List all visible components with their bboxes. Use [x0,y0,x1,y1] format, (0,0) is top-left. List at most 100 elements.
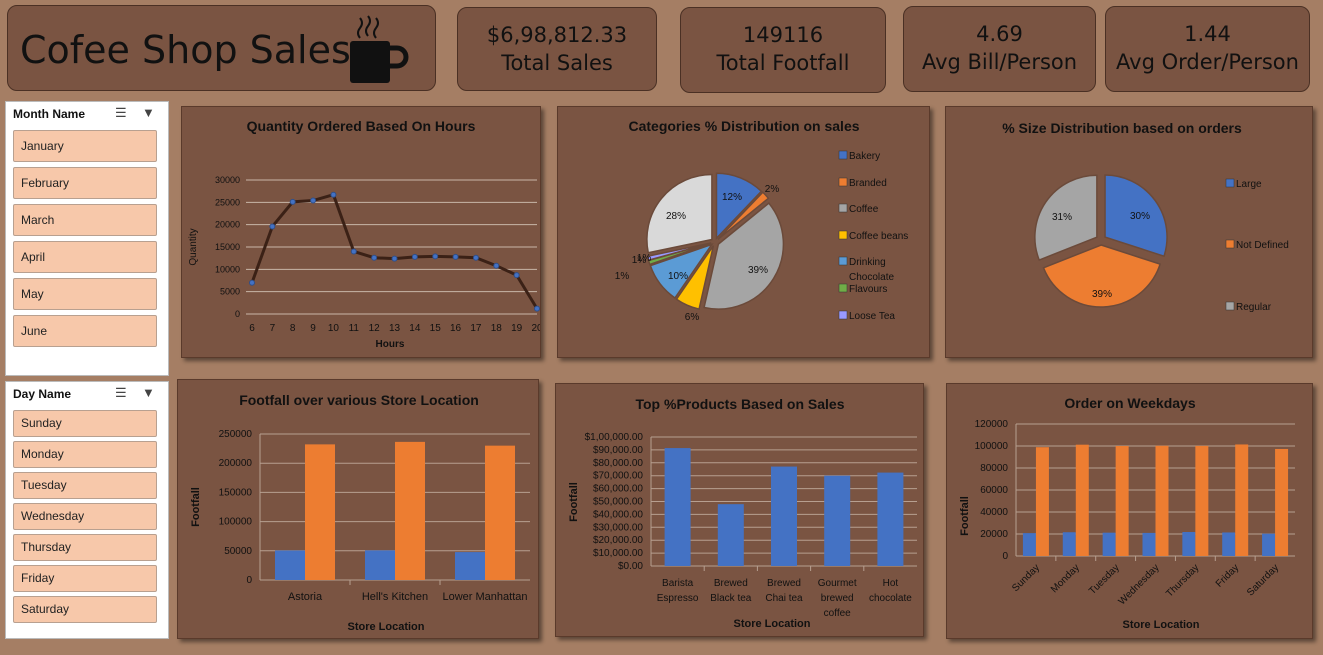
store-footfall-bar-chart: Footfall over various Store Location 0 500… [190,392,530,633]
multi-select-icon[interactable]: ☰ [115,385,127,401]
slice-label: 2% [765,184,780,195]
legend-label: Not Defined [1236,240,1289,251]
data-point [310,197,317,204]
kpi-total-sales: $6,98,812.33 Total Sales [457,7,657,91]
legend-swatch [838,310,848,320]
legend-swatch [838,283,848,293]
slicer-item-friday[interactable]: Friday [13,565,157,592]
bar [1142,532,1156,556]
x-axis-label: Store Location [347,621,424,633]
x-tick-label: Thursday [1164,562,1201,599]
multi-select-icon[interactable]: ☰ [115,105,127,121]
x-tick-label: 12 [369,323,381,334]
bar [1182,532,1196,556]
x-axis-label: Hours [376,339,405,350]
slicer-item-wednesday[interactable]: Wednesday [13,503,157,530]
x-tick-label: chocolate [869,593,912,604]
x-tick-label: Brewed [767,578,801,589]
x-tick-label: Lower Manhattan [443,591,528,603]
dashboard-title-card: Cofee Shop Sales [7,5,436,91]
slice-label: 1% [615,271,630,282]
data-point [452,253,459,260]
slice-label: 1% [632,255,647,266]
slicer-item-thursday[interactable]: Thursday [13,534,157,561]
hourly-quantity-line-chart: Quantity Ordered Based On Hours 0 5000 1000… [188,118,543,350]
bar [771,466,797,566]
x-tick-label: Gourmet [818,578,857,589]
y-tick-label: 250000 [219,429,253,440]
slicer-item-january[interactable]: January [13,130,157,162]
y-tick-label: 0 [246,575,252,586]
kpi-value: 149116 [742,23,824,47]
x-tick-label: 13 [389,323,401,334]
x-tick-label: 14 [409,323,421,334]
weekday-orders-bar-chart: Order on Weekdays 0 20000 40000 60000 80000 10… [959,395,1295,631]
bar [1222,532,1236,556]
y-axis-label: Footfall [190,487,202,527]
x-tick-label: 9 [310,323,316,334]
x-axis-label: Store Location [1122,619,1199,631]
slicer-item-june[interactable]: June [13,315,157,347]
bar [824,475,851,566]
slicer-item-monday[interactable]: Monday [13,441,157,468]
slicer-item-february[interactable]: February [13,167,157,199]
legend-swatch [1225,301,1235,311]
bar [1155,445,1169,556]
coffee-mug-icon [350,15,409,83]
data-point [391,255,398,262]
legend-swatch [838,177,848,187]
chart-title: Quantity Ordered Based On Hours [247,118,476,134]
x-tick-label: 8 [290,323,296,334]
store-footfall-chart-card: Footfall over various Store Location 0 500… [177,379,539,639]
legend-label: Loose Tea [849,311,895,322]
x-tick-label: Sunday [1010,562,1042,594]
legend-label: Chocolate [849,272,894,283]
x-tick-label: 20 [531,323,540,334]
y-tick-label: 40000 [980,507,1008,518]
legend-label: Bakery [849,151,880,162]
data-point [493,262,500,269]
y-tick-label: $30,000.00 [593,522,643,533]
x-axis-label: Store Location [733,618,810,630]
x-tick-label: 16 [450,323,462,334]
kpi-value: 1.44 [1184,22,1231,46]
slice-label: 28% [666,211,686,222]
clear-filter-icon[interactable]: ▼ [142,105,155,120]
y-tick-label: $20,000.00 [593,535,643,546]
clear-filter-icon[interactable]: ▼ [142,385,155,400]
slicer-item-april[interactable]: April [13,241,157,273]
data-point [432,253,439,260]
x-tick-label: 18 [491,323,503,334]
x-tick-label: 11 [349,323,360,334]
slice-label: 39% [1092,289,1112,300]
bar [1102,532,1116,556]
y-tick-label: 20000 [980,529,1008,540]
y-tick-label: $70,000.00 [593,471,643,482]
data-point [513,272,520,279]
slicer-item-saturday[interactable]: Saturday [13,596,157,623]
slicer-item-tuesday[interactable]: Tuesday [13,472,157,499]
y-tick-label: 20000 [215,220,240,230]
slicer-item-sunday[interactable]: Sunday [13,410,157,437]
kpi-total-footfall: 149116 Total Footfall [680,7,886,93]
bar [1035,447,1049,556]
slicer-item-march[interactable]: March [13,204,157,236]
y-tick-label: 150000 [219,487,253,498]
bar [1262,533,1276,556]
bar [365,550,395,580]
data-point [371,254,378,261]
y-tick-label: $1,00,000.00 [585,432,644,443]
slicer-item-may[interactable]: May [13,278,157,310]
y-tick-label: 25000 [215,197,240,207]
x-tick-label: brewed [821,593,854,604]
y-tick-label: 80000 [980,463,1008,474]
x-tick-label: Chai tea [765,593,803,604]
day-slicer: Day Name ☰ ▼ Sunday Monday Tuesday Wedne… [5,381,169,639]
bar [395,441,425,580]
data-point [269,223,276,230]
x-tick-label: Friday [1214,562,1241,589]
bar [455,552,485,580]
slice-label: 39% [748,265,768,276]
chart-title: Footfall over various Store Location [239,392,479,408]
chart-title: Top %Products Based on Sales [635,396,844,412]
